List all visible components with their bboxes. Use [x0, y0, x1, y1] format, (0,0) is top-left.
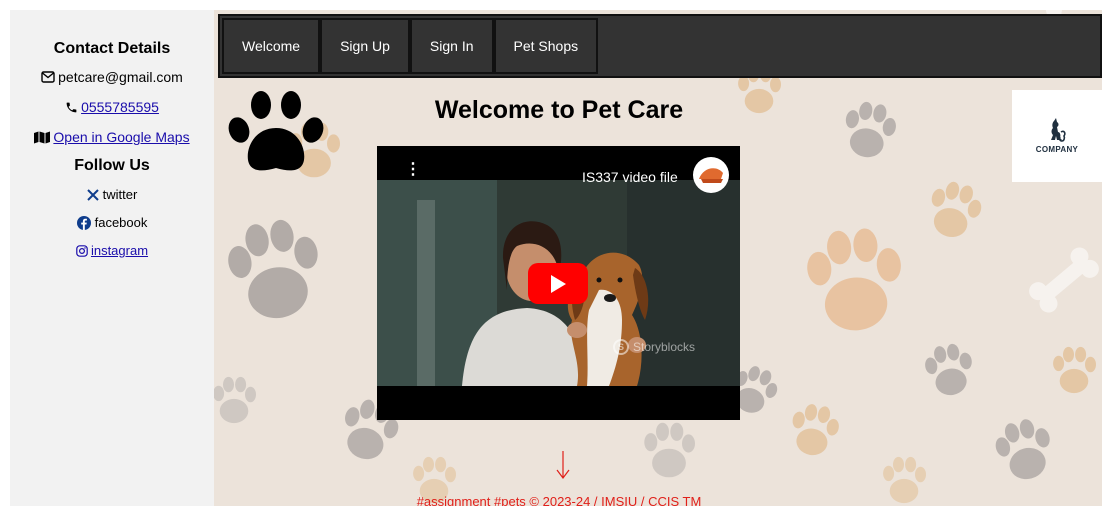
embedded-video[interactable]: ⋮ IS337 video file S Storyblocks — [377, 146, 740, 420]
map-icon — [34, 131, 51, 144]
email-text: petcare@gmail.com — [58, 69, 183, 85]
nav-sign-in[interactable]: Sign In — [409, 18, 494, 74]
sidebar: Contact Details petcare@gmail.com 055578… — [10, 10, 214, 506]
top-navbar: Welcome Sign Up Sign In Pet Shops — [218, 14, 1102, 78]
page-title: Welcome to Pet Care — [434, 96, 684, 124]
company-logo-text: COMPANY — [1035, 145, 1079, 154]
maps-row: Open in Google Maps — [10, 127, 214, 147]
main-content: Welcome Sign Up Sign In Pet Shops Welcom… — [214, 10, 1102, 506]
video-menu-icon[interactable]: ⋮ — [405, 162, 421, 178]
watermark-text: Storyblocks — [633, 340, 696, 354]
nav-pet-shops[interactable]: Pet Shops — [493, 18, 599, 74]
phone-icon — [65, 101, 78, 114]
follow-us-title: Follow Us — [74, 157, 150, 174]
facebook-link[interactable]: facebook — [10, 215, 214, 230]
nav-sign-up[interactable]: Sign Up — [320, 18, 410, 74]
facebook-label: facebook — [94, 215, 148, 230]
video-title[interactable]: IS337 video file — [582, 169, 678, 185]
channel-avatar-icon[interactable] — [693, 157, 729, 193]
twitter-label: twitter — [102, 187, 138, 202]
play-button[interactable] — [528, 263, 588, 304]
pet-silhouette-icon — [1051, 118, 1066, 142]
instagram-anchor[interactable]: instagram — [76, 243, 148, 258]
footer-text: #assignment #pets © 2023-24 / IMSIU / CC… — [416, 494, 702, 506]
facebook-icon — [76, 215, 91, 230]
arrow-down-icon — [556, 451, 570, 479]
email-row: petcare@gmail.com — [10, 67, 214, 87]
phone-row: 0555785595 — [10, 97, 214, 117]
contact-details-title: Contact Details — [53, 40, 171, 57]
instagram-icon — [76, 244, 88, 257]
phone-link[interactable]: 0555785595 — [81, 97, 159, 117]
envelope-icon — [41, 71, 55, 83]
google-maps-link[interactable]: Open in Google Maps — [53, 127, 189, 147]
x-logo-icon — [86, 188, 99, 201]
play-icon — [551, 274, 566, 293]
instagram-link[interactable]: instagram — [10, 243, 214, 258]
video-watermark: S Storyblocks — [613, 339, 695, 355]
instagram-label: instagram — [90, 243, 149, 258]
nav-welcome[interactable]: Welcome — [222, 18, 321, 74]
twitter-link[interactable]: twitter — [10, 187, 214, 202]
company-logo: COMPANY — [1012, 90, 1102, 182]
storyblocks-logo-icon: S — [613, 339, 629, 355]
